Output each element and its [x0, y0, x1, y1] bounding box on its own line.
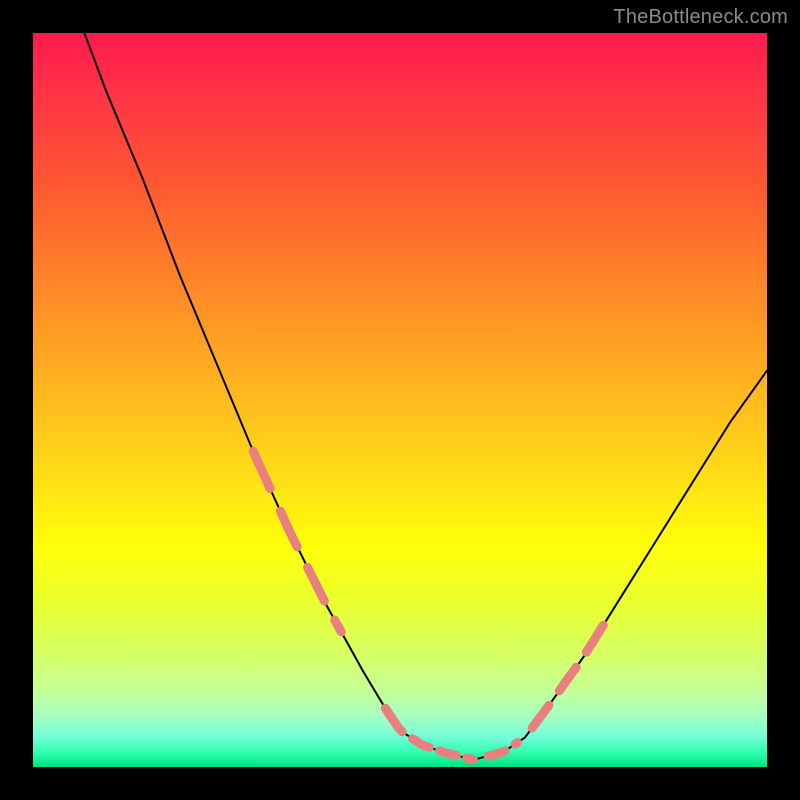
bottleneck-curve — [84, 33, 767, 760]
highlight-dash — [515, 743, 517, 745]
highlight-dash — [467, 758, 474, 760]
highlight-dashes — [253, 451, 603, 759]
highlight-dash — [440, 751, 457, 756]
highlight-dash — [488, 751, 505, 756]
highlight-dash — [559, 667, 576, 691]
highlight-dash — [280, 511, 297, 547]
highlight-dash — [385, 708, 402, 732]
highlight-dash — [586, 625, 603, 652]
plot-area — [33, 33, 767, 767]
watermark-text: TheBottleneck.com — [613, 6, 788, 29]
curve-layer — [33, 33, 767, 767]
highlight-dash — [532, 705, 549, 728]
highlight-dash — [335, 620, 342, 632]
highlight-dash — [308, 567, 325, 601]
chart-stage: TheBottleneck.com — [0, 0, 800, 800]
highlight-dash — [413, 739, 430, 748]
highlight-dash — [253, 451, 270, 488]
